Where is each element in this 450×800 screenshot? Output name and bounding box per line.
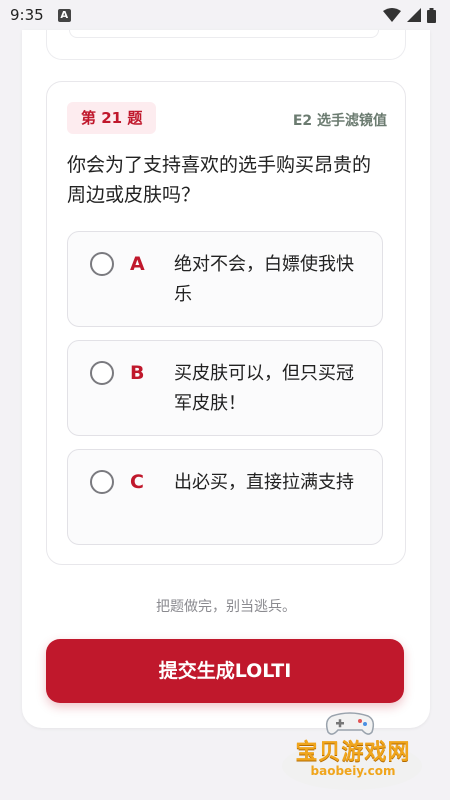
question-text: 你会为了支持喜欢的选手购买昂贵的周边或皮肤吗？ — [67, 154, 372, 206]
radio-circle-icon[interactable] — [90, 361, 114, 385]
option-text: 绝对不会，白嫖使我快乐 — [174, 254, 354, 305]
watermark-url: baobeiy.com — [310, 764, 396, 778]
option-b[interactable]: B 买皮肤可以，但只买冠军皮肤！ — [67, 340, 383, 436]
radio-circle-icon[interactable] — [90, 252, 114, 276]
watermark-logo: 宝贝游戏网 baobeiy.com — [270, 708, 430, 796]
quiz-panel: 第 21 题 E2 选手滤镜值 你会为了支持喜欢的选手购买昂贵的周边或皮肤吗？ … — [22, 30, 430, 728]
signal-icon — [407, 8, 421, 22]
question-category-tag: E2 选手滤镜值 — [292, 113, 387, 129]
option-letter: A — [130, 253, 145, 275]
hint-text: 把题做完，别当逃兵。 — [156, 599, 296, 615]
status-icons — [383, 7, 436, 23]
previous-question-card — [46, 30, 406, 60]
option-text: 出必买，直接拉满支持 — [174, 472, 354, 493]
question-card: 第 21 题 E2 选手滤镜值 你会为了支持喜欢的选手购买昂贵的周边或皮肤吗？ … — [46, 81, 406, 565]
watermark-title: 宝贝游戏网 — [295, 740, 411, 765]
radio-circle-icon[interactable] — [90, 470, 114, 494]
option-letter: C — [130, 471, 144, 493]
notification-a-icon: A — [57, 8, 71, 22]
status-bar: 9:35 A — [0, 0, 450, 30]
option-letter: B — [130, 362, 145, 384]
status-time: 9:35 — [10, 6, 44, 24]
submit-button[interactable]: 提交生成LOLTI — [46, 639, 404, 703]
option-a[interactable]: A 绝对不会，白嫖使我快乐 — [67, 231, 383, 327]
battery-icon — [427, 7, 436, 23]
option-text: 买皮肤可以，但只买冠军皮肤！ — [174, 363, 354, 414]
question-number-badge: 第 21 题 — [67, 102, 157, 134]
wifi-icon — [383, 8, 401, 22]
option-c[interactable]: C 出必买，直接拉满支持 — [67, 449, 383, 545]
previous-option-edge — [69, 30, 379, 38]
